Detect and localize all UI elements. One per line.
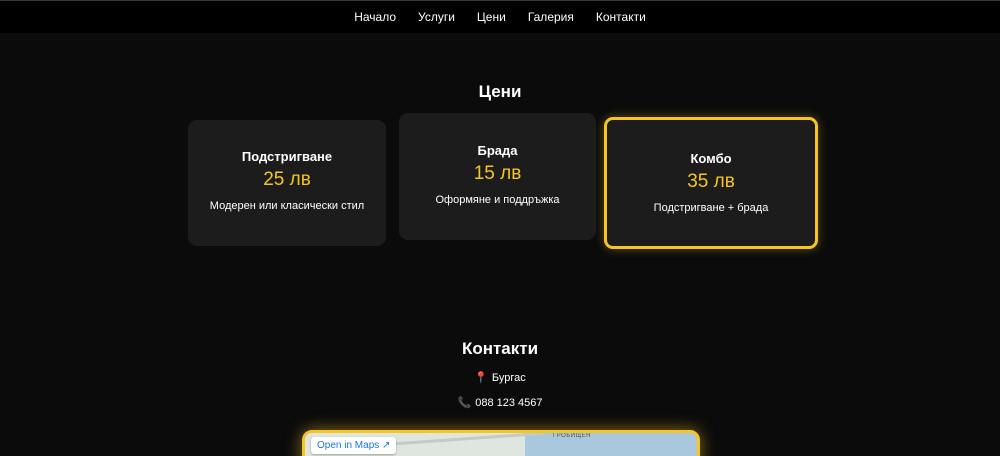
phone-icon: 📞 <box>457 397 472 409</box>
card-description: Подстригване + брада <box>653 202 769 214</box>
nav-item-services[interactable]: Услуги <box>407 1 466 34</box>
card-price: 35 лв <box>687 171 735 192</box>
city-text: Бургас <box>491 372 526 384</box>
price-card-beard: Брада 15 лв Оформяне и поддръжка <box>399 113 596 240</box>
card-price: 15 лв <box>473 163 522 184</box>
prices-title: Цени <box>478 82 522 101</box>
price-card-haircut: Подстригване 25 лв Модерен или класическ… <box>188 120 386 246</box>
card-name: Подстригване <box>241 149 333 164</box>
open-in-maps-label: Open in Maps <box>317 440 380 451</box>
nav-item-prices[interactable]: Цени <box>466 1 517 34</box>
map-pin-icon: 📍 <box>474 372 488 384</box>
card-price: 25 лв <box>263 169 311 190</box>
map-embed[interactable]: ГРОБИЩЕН Open in Maps ↗ <box>302 430 700 456</box>
nav-item-gallery[interactable]: Галерия <box>517 1 585 34</box>
price-card-combo: Комбо 35 лв Подстригване + брада <box>604 117 818 249</box>
contact-address: 📍 Бургас <box>0 371 1000 384</box>
nav-item-home[interactable]: Начало <box>343 1 407 34</box>
contact-phone: 📞 088 123 4567 <box>0 396 1000 409</box>
top-nav: Начало Услуги Цени Галерия Контакти <box>0 0 1000 33</box>
phone-text[interactable]: 088 123 4567 <box>475 397 542 409</box>
card-description: Модерен или класически стил <box>209 200 365 212</box>
open-in-maps-button[interactable]: Open in Maps ↗ <box>311 437 397 454</box>
nav-item-contacts[interactable]: Контакти <box>585 1 657 34</box>
contacts-title: Контакти <box>461 339 539 358</box>
map-town-label: ГРОБИЩЕН <box>553 433 591 439</box>
card-name: Брада <box>477 143 518 158</box>
external-link-icon: ↗ <box>382 440 391 451</box>
card-description: Оформяне и поддръжка <box>435 194 560 206</box>
card-name: Комбо <box>690 151 732 166</box>
